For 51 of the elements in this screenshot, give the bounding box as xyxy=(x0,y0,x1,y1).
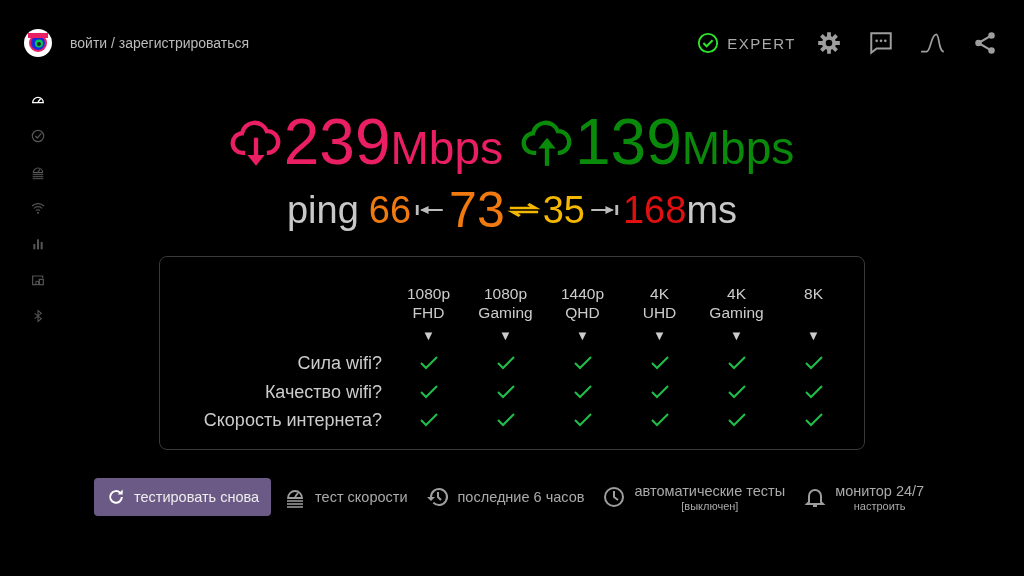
column-header: 1440p xyxy=(560,284,605,303)
wifi-icon xyxy=(30,200,46,216)
arrow-marker: ▼ xyxy=(422,327,435,345)
arrow-marker: ▼ xyxy=(576,327,589,345)
column-header: 4K xyxy=(650,284,669,303)
ping-min: 66 xyxy=(368,188,412,232)
column-header: 1080p xyxy=(406,284,451,303)
monitor-button[interactable]: монитор 24/7 настроить xyxy=(803,481,933,513)
refresh-icon xyxy=(106,487,126,507)
upload-speed: 139 xyxy=(575,110,682,174)
login-link[interactable]: войти / зарегистрироваться xyxy=(70,35,698,51)
download-speed: 239 xyxy=(283,110,391,174)
history-button[interactable]: последние 6 часов xyxy=(425,485,593,509)
column-header: QHD xyxy=(565,303,600,322)
arrow-marker: ▼ xyxy=(499,327,512,345)
double-arrow-icon xyxy=(506,200,541,220)
auto-button[interactable]: автоматические тесты [выключен] xyxy=(602,481,794,513)
chat-button[interactable] xyxy=(868,30,894,56)
settings-icon xyxy=(816,30,842,56)
speed-button[interactable]: тест скорости xyxy=(283,485,416,509)
bar-chart-icon xyxy=(30,236,46,252)
retest-button[interactable]: тестировать снова xyxy=(94,478,272,516)
gauge-icon xyxy=(30,164,46,180)
history-icon xyxy=(425,485,450,509)
expert-badge[interactable]: EXPERT xyxy=(697,32,796,54)
arrow-marker: ▼ xyxy=(730,327,743,345)
column-header: Gaming xyxy=(478,303,533,322)
column-header: Gaming xyxy=(709,303,764,322)
row-label: Сила wifi? xyxy=(297,352,383,375)
column-header: 1080p xyxy=(483,284,528,303)
check-circle-icon xyxy=(30,128,46,144)
clock-icon xyxy=(602,485,627,509)
devices-icon xyxy=(30,272,46,288)
settings-button[interactable] xyxy=(816,30,842,56)
arrow-marker: ▼ xyxy=(653,327,666,345)
column-header: 4K xyxy=(727,284,746,303)
share-button[interactable] xyxy=(972,30,998,56)
arrow-marker: ▼ xyxy=(807,327,820,345)
ping-label: ping xyxy=(286,188,359,232)
column-header: UHD xyxy=(642,303,677,322)
jitter-value: 35 xyxy=(542,188,585,232)
chat-icon xyxy=(868,30,894,56)
row-label: Качество wifi? xyxy=(264,380,383,404)
app-logo[interactable] xyxy=(24,29,52,57)
ping-max: 168 xyxy=(623,188,687,232)
share-icon xyxy=(972,30,998,56)
row-label: Скорость интернета? xyxy=(203,409,383,432)
ping-average: 73 xyxy=(449,181,505,239)
column-header: FHD xyxy=(412,303,445,322)
ping-unit: ms xyxy=(686,188,738,232)
column-header: 8K xyxy=(804,284,823,303)
